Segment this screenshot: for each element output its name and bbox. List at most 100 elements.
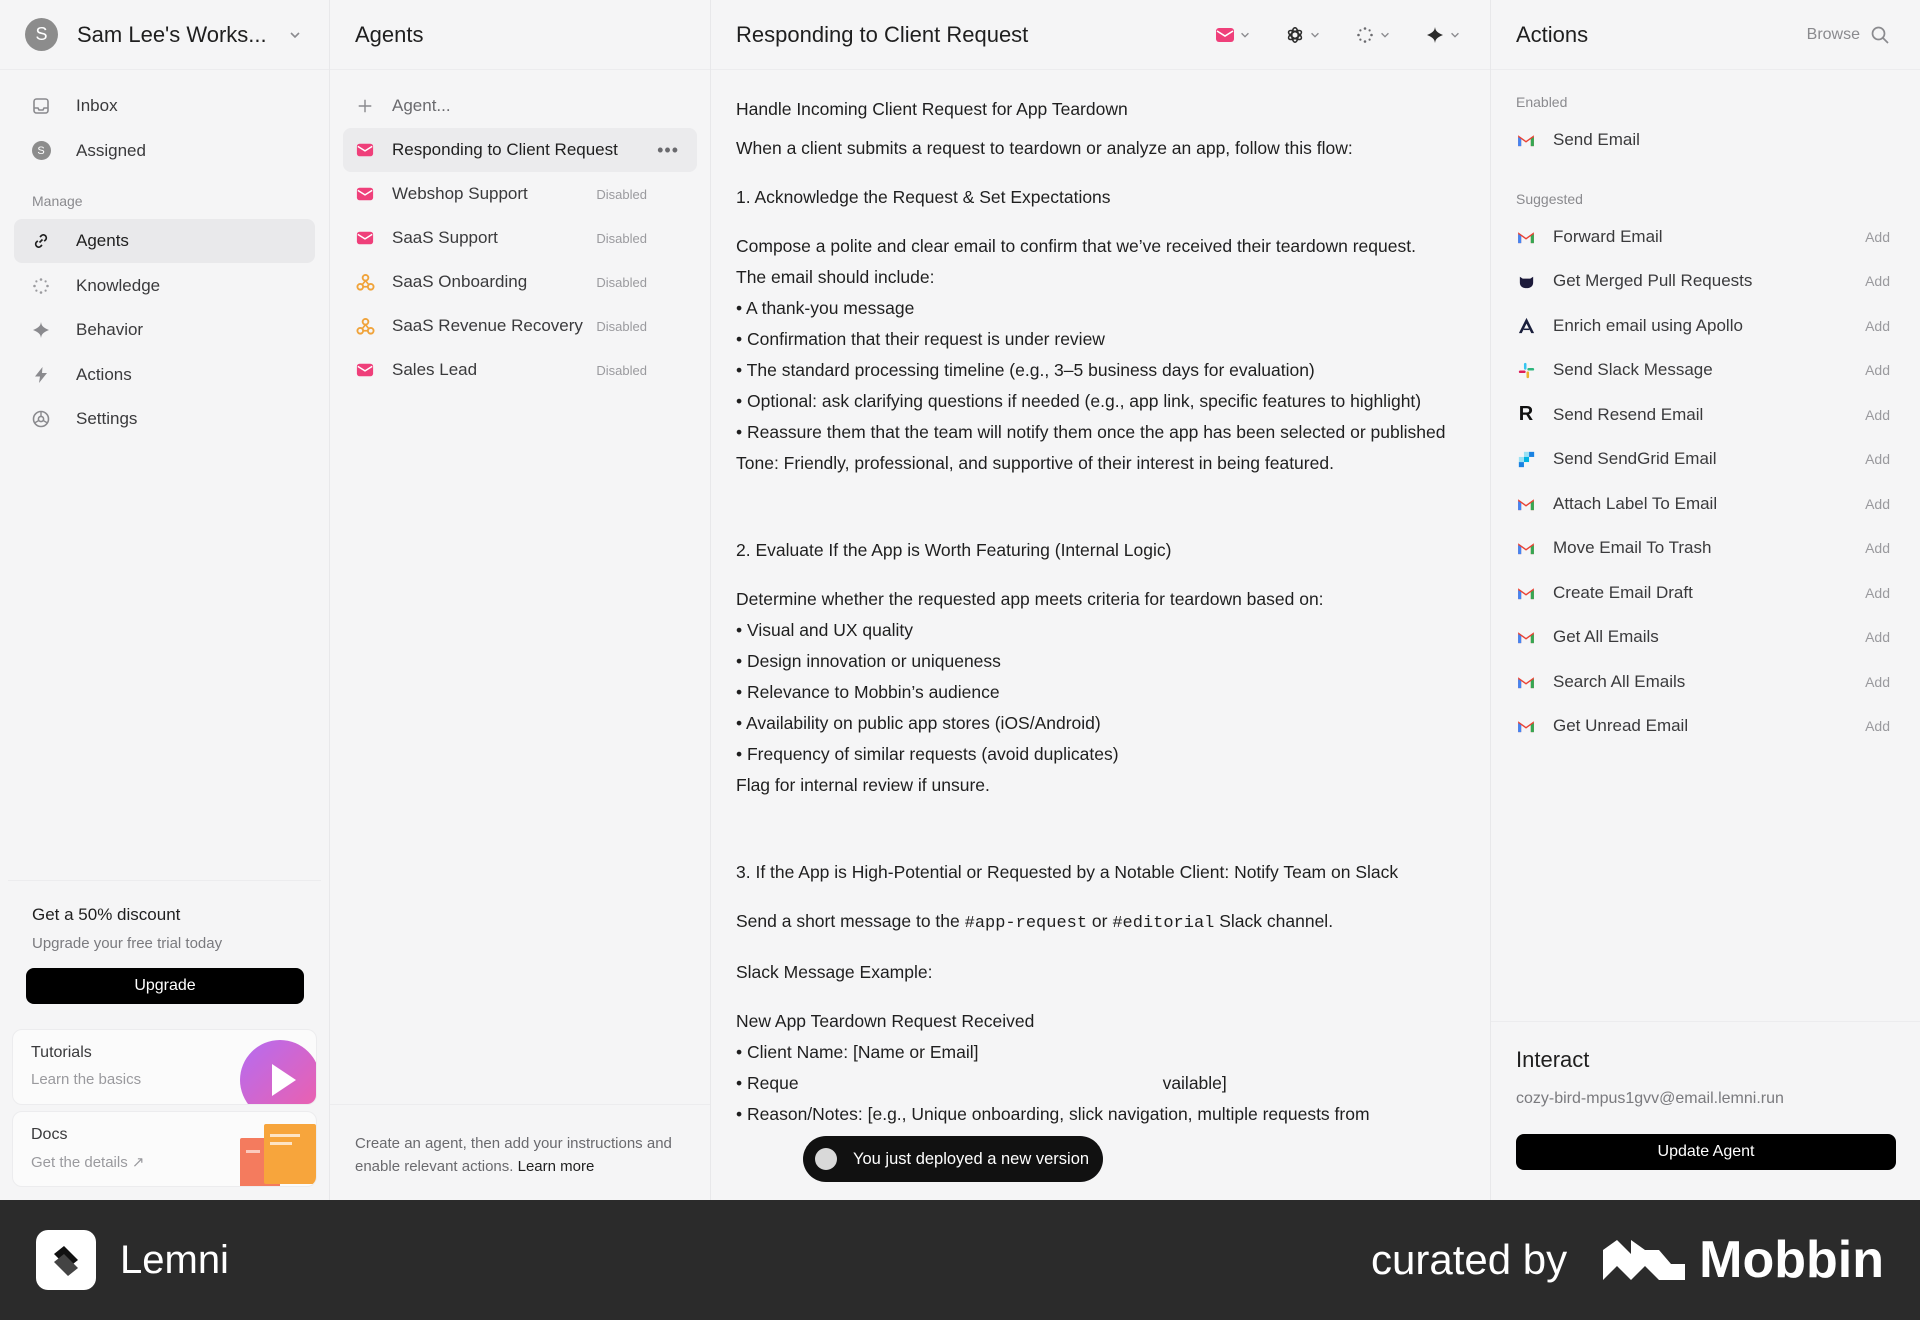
add-agent-label: Agent... (392, 96, 451, 115)
upgrade-button[interactable]: Upgrade (26, 968, 304, 1004)
gmail-icon (1516, 538, 1536, 558)
tutorials-card[interactable]: Tutorials Learn the basics (12, 1029, 317, 1105)
agent-item[interactable]: SaaS Revenue Recovery Disabled (343, 304, 697, 348)
link-icon (30, 230, 52, 252)
plus-icon (355, 96, 375, 116)
add-action-button[interactable]: Add (1865, 540, 1890, 556)
action-item[interactable]: Search All Emails Add (1491, 660, 1920, 705)
sidebar-item-label: Settings (76, 409, 138, 428)
action-item[interactable]: Get Merged Pull Requests Add (1491, 259, 1920, 304)
channel-code: #editorial (1112, 914, 1215, 933)
action-item[interactable]: Send Slack Message Add (1491, 348, 1920, 393)
behavior-selector[interactable] (1425, 25, 1465, 45)
sidebar-item-label: Agents (76, 231, 129, 250)
add-action-button[interactable]: Add (1865, 496, 1890, 512)
action-item[interactable]: Create Email Draft Add (1491, 571, 1920, 616)
docs-card[interactable]: Docs Get the details ↗ (12, 1111, 317, 1187)
editor-header: Responding to Client Request (711, 0, 1490, 70)
chevron-down-icon (285, 25, 305, 45)
add-agent-button[interactable]: Agent... (343, 84, 697, 128)
action-item[interactable]: Enrich email using Apollo Add (1491, 304, 1920, 349)
knowledge-selector[interactable] (1355, 25, 1395, 45)
add-action-button[interactable]: Add (1865, 229, 1890, 245)
add-action-button[interactable]: Add (1865, 585, 1890, 601)
instructions-document[interactable]: Handle Incoming Client Request for App T… (711, 70, 1490, 1130)
browse-button[interactable]: Browse (1807, 25, 1890, 45)
action-item[interactable]: Attach Label To Email Add (1491, 482, 1920, 527)
sidebar-item-inbox[interactable]: Inbox (14, 84, 315, 128)
sidebar-section-manage: Manage (32, 193, 83, 209)
agent-item[interactable]: SaaS Onboarding Disabled (343, 260, 697, 304)
action-name: Get All Emails (1553, 627, 1659, 647)
example-title: New App Teardown Request Received (736, 1011, 1035, 1031)
workspace-name: Sam Lee's Works... (77, 21, 267, 47)
action-item[interactable]: Get All Emails Add (1491, 615, 1920, 660)
sidebar-item-actions[interactable]: Actions (14, 353, 315, 397)
channel-selector[interactable] (1215, 25, 1255, 45)
action-name: Attach Label To Email (1553, 493, 1718, 513)
deploy-toast: You just deployed a new version (803, 1136, 1104, 1182)
sidebar-item-behavior[interactable]: Behavior (14, 308, 315, 352)
tone-label: Tone: (736, 453, 779, 473)
sidebar-item-settings[interactable]: Settings (14, 397, 315, 441)
sendgrid-icon (1516, 449, 1536, 469)
add-action-button[interactable]: Add (1865, 718, 1890, 734)
curated-by-label: curated by (1371, 1236, 1568, 1283)
action-item[interactable]: Forward Email Add (1491, 215, 1920, 260)
actions-panel: Actions Browse Enabled Send Email Sugges… (1491, 0, 1920, 1200)
bullet-item: • Optional: ask clarifying questions if … (736, 391, 1422, 411)
sidebar-item-knowledge[interactable]: Knowledge (14, 264, 315, 308)
section-heading: 2. Evaluate If the App is Worth Featurin… (736, 540, 1172, 560)
sidebar-item-label: Assigned (76, 140, 146, 160)
action-item[interactable]: Get Unread Email Add (1491, 704, 1920, 749)
agent-item[interactable]: SaaS Support Disabled (343, 216, 697, 260)
action-item[interactable]: Move Email To Trash Add (1491, 526, 1920, 571)
email-icon (355, 140, 375, 160)
agent-status: Disabled (596, 274, 647, 290)
knowledge-icon (1357, 26, 1373, 43)
agent-name: SaaS Onboarding (392, 272, 528, 291)
bullet-item: • Visual and UX quality (736, 620, 914, 640)
sidebar: S Sam Lee's Works... Inbox S Assigned Ma… (0, 0, 330, 1200)
add-action-button[interactable]: Add (1865, 629, 1890, 645)
add-action-button[interactable]: Add (1865, 318, 1890, 334)
add-action-button[interactable]: Add (1865, 273, 1890, 289)
agent-item[interactable]: Responding to Client Request ••• (343, 128, 697, 172)
enabled-section-label: Enabled (1516, 94, 1568, 110)
chevron-down-icon (1235, 25, 1255, 45)
action-item[interactable]: R Send Resend Email Add (1491, 393, 1920, 438)
add-action-button[interactable]: Add (1865, 674, 1890, 690)
model-selector[interactable] (1285, 25, 1325, 45)
learn-more-link[interactable]: Learn more (518, 1158, 595, 1175)
agent-item[interactable]: Sales Lead Disabled (343, 348, 697, 392)
mobbin-mark-icon (1603, 1240, 1686, 1280)
add-action-button[interactable]: Add (1865, 407, 1890, 423)
settings-icon (30, 408, 52, 430)
knowledge-icon (30, 275, 52, 297)
workspace-switcher[interactable]: S Sam Lee's Works... (0, 0, 329, 70)
example-label: Slack Message Example: (736, 962, 933, 982)
interact-section: Interact cozy-bird-mpus1gvv@email.lemni.… (1491, 1021, 1920, 1170)
sidebar-item-label: Inbox (76, 96, 118, 115)
action-item[interactable]: Send Email (1491, 118, 1920, 163)
sidebar-item-assigned[interactable]: S Assigned (14, 129, 315, 173)
sidebar-item-agents[interactable]: Agents (14, 219, 315, 263)
agent-email-address[interactable]: cozy-bird-mpus1gvv@email.lemni.run (1516, 1090, 1895, 1108)
add-action-button[interactable]: Add (1865, 451, 1890, 467)
field-value: [Name or Email] (848, 1042, 979, 1062)
add-action-button[interactable]: Add (1865, 362, 1890, 378)
more-options-icon[interactable]: ••• (657, 140, 679, 161)
action-item[interactable]: Send SendGrid Email Add (1491, 437, 1920, 482)
action-name: Send Slack Message (1553, 360, 1713, 380)
bullet-item: • Reason/Notes: [e.g., Unique onboarding… (736, 1099, 1465, 1130)
update-agent-button[interactable]: Update Agent (1516, 1134, 1896, 1170)
upgrade-promo: Get a 50% discount Upgrade your free tri… (8, 880, 321, 1004)
agent-item[interactable]: Webshop Support Disabled (343, 172, 697, 216)
